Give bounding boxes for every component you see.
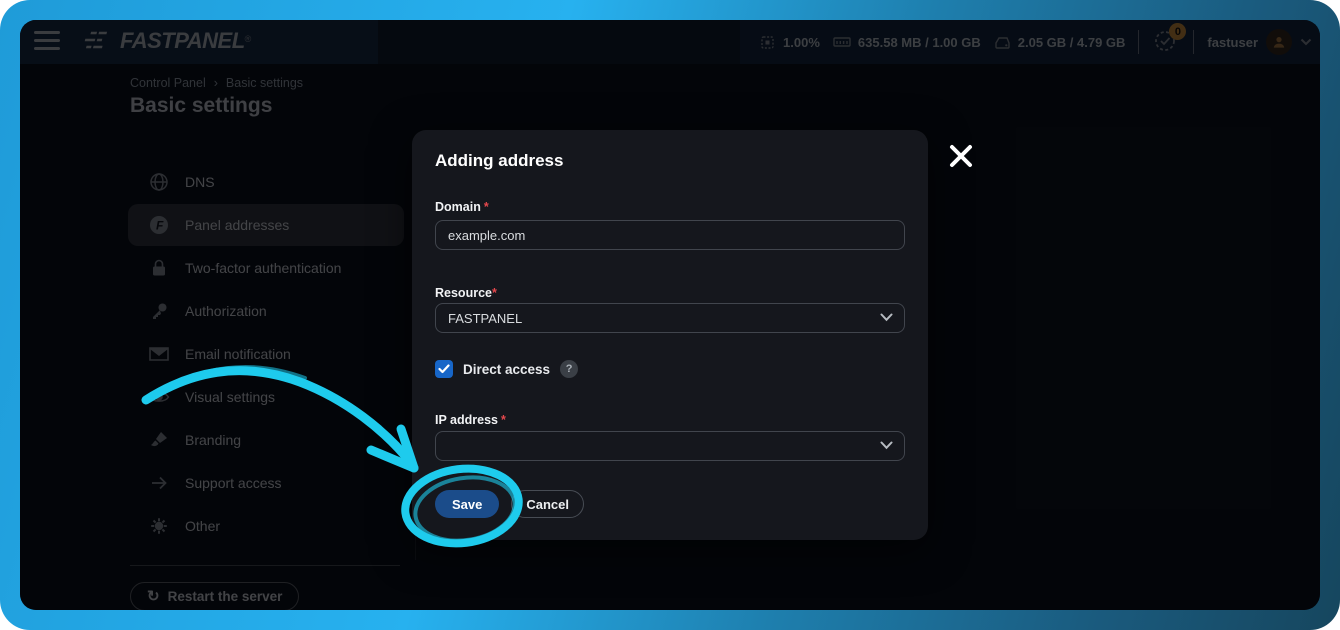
modal-title: Adding address: [435, 150, 905, 172]
direct-access-label[interactable]: Direct access: [463, 362, 550, 377]
save-button[interactable]: Save: [435, 490, 499, 518]
chevron-down-icon: [880, 441, 893, 450]
checkmark-icon: [438, 364, 450, 374]
resource-select[interactable]: FASTPANEL: [435, 303, 905, 333]
ip-address-label: IP address*: [435, 412, 905, 428]
help-icon[interactable]: ?: [560, 360, 578, 378]
direct-access-checkbox[interactable]: [435, 360, 453, 378]
chevron-down-icon: [880, 313, 893, 322]
direct-access-row: Direct access ?: [435, 360, 905, 378]
domain-label: Domain*: [435, 199, 905, 215]
close-icon[interactable]: [947, 142, 975, 170]
ip-address-select[interactable]: [435, 431, 905, 461]
cancel-button[interactable]: Cancel: [511, 490, 584, 518]
required-asterisk: *: [501, 413, 506, 427]
domain-input[interactable]: [435, 220, 905, 250]
resource-label: Resource*: [435, 285, 905, 301]
required-asterisk: *: [484, 200, 489, 214]
adding-address-modal: Adding address Domain* Resource* FASTPAN…: [412, 130, 928, 540]
resource-selected-value: FASTPANEL: [448, 311, 522, 326]
modal-buttons: Save Cancel: [435, 490, 905, 518]
app-screen: FASTPANEL® 1.00% 635.58 MB / 1.00 GB 2.0…: [20, 20, 1320, 610]
screenshot-frame: FASTPANEL® 1.00% 635.58 MB / 1.00 GB 2.0…: [0, 0, 1340, 630]
required-asterisk: *: [492, 286, 497, 300]
